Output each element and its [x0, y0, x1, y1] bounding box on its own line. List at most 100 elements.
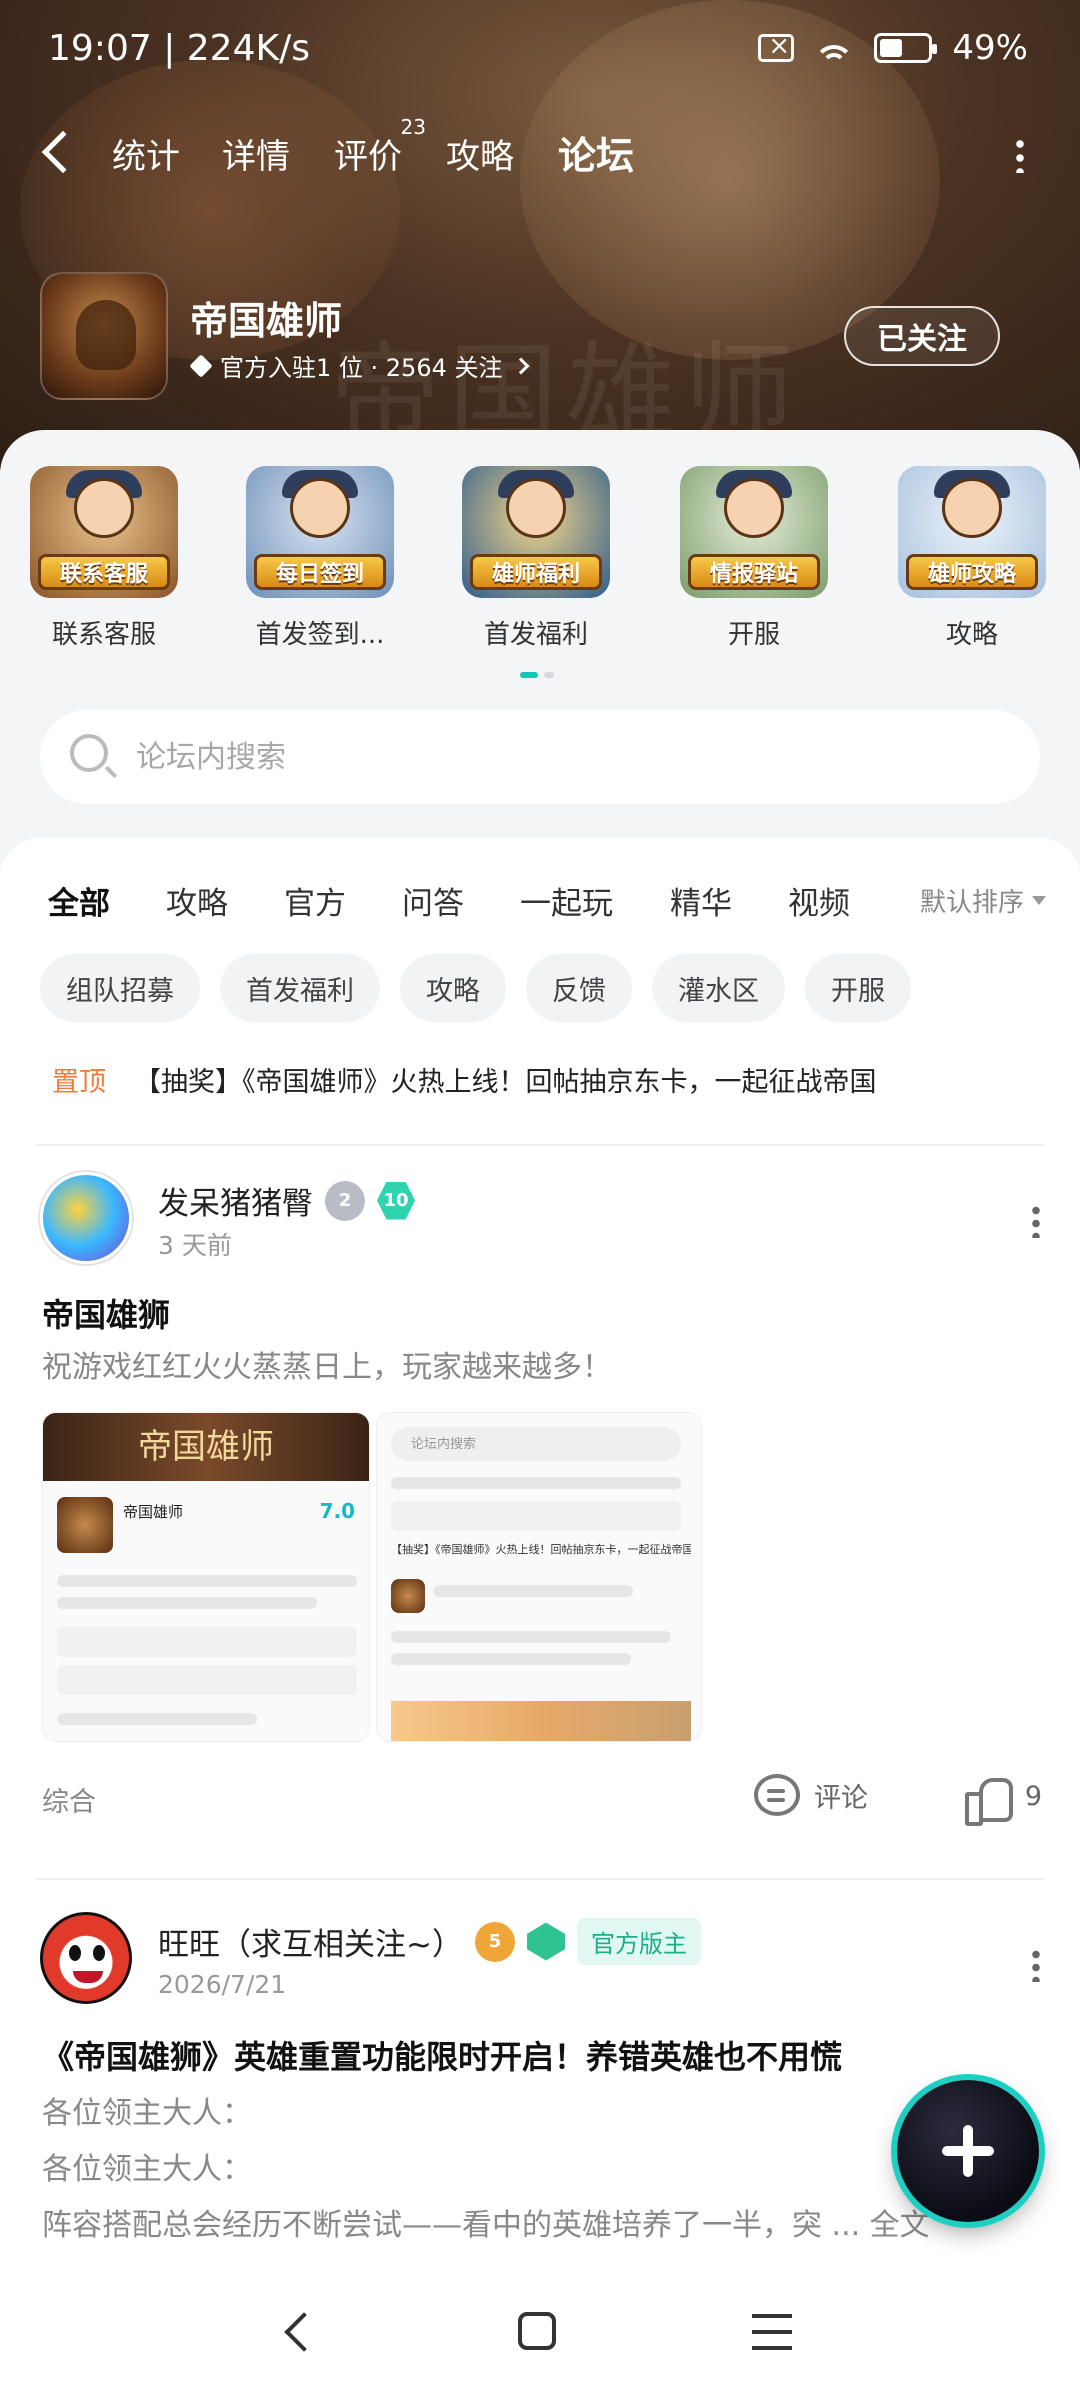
status-time: 19:07 | 224K/s [48, 28, 310, 69]
post-time: 3 天前 [158, 1231, 232, 1260]
comment-label: 评论 [814, 1782, 868, 1814]
game-title: 帝国雄师 [190, 299, 343, 343]
post-body-line: 各位领主大人： [42, 2152, 252, 2187]
user-level-icon: 5 [474, 1921, 515, 1962]
shortcut-label: 首发福利 [483, 620, 588, 650]
system-navigation-bar [0, 2270, 1080, 2400]
chip-launch-benefits[interactable]: 首发福利 [220, 954, 380, 1022]
post-title: 《帝国雄狮》英雄重置功能限时开启！养错英雄也不用慌 [42, 2038, 843, 2076]
game-meta-link[interactable]: 官方入驻1 位 · 2564 关注 [189, 348, 529, 383]
category-all[interactable]: 全部 [48, 878, 110, 929]
shortcut-guides[interactable]: 雄师攻略 攻略 [882, 466, 1062, 651]
game-icon[interactable] [40, 272, 168, 400]
shortcut-image: 情报驿站 [680, 466, 828, 598]
system-back-icon[interactable] [284, 2312, 324, 2352]
post-category[interactable]: 综合 [42, 1780, 96, 1819]
post-footer: 综合 评论 9 [42, 1768, 1042, 1828]
sort-label: 默认排序 [919, 888, 1024, 918]
shortcut-server-open[interactable]: 情报驿站 开服 [664, 466, 844, 651]
no-sim-icon [758, 31, 795, 62]
avatar[interactable] [40, 1912, 132, 2004]
pinned-tag: 置顶 [52, 1067, 106, 1098]
pinned-title: 【抽奖】《帝国雄师》火热上线！回帖抽京东卡，一起征战帝国 [134, 1067, 877, 1098]
system-home-icon[interactable] [518, 2312, 556, 2350]
forum-sheet: 联系客服 联系客服 每日签到 首发签到... 雄师福利 首发福利 情报驿站 开服 [0, 430, 1080, 2310]
game-header-banner: 帝国雄师 19:07 | 224K/s 49% 统计 详情 评价23 攻略 论坛… [0, 0, 1080, 470]
category-guides[interactable]: 攻略 [166, 878, 228, 923]
comment-icon [754, 1774, 800, 1816]
shortcut-image: 雄师攻略 [898, 466, 1046, 598]
category-featured[interactable]: 精华 [670, 878, 732, 923]
game-meta-text: 官方入驻1 位 · 2564 关注 [220, 354, 503, 382]
shortcut-label: 首发签到... [255, 620, 385, 650]
shortcut-label: 攻略 [945, 620, 998, 650]
shortcut-daily-checkin[interactable]: 每日签到 首发签到... [230, 466, 410, 651]
shortcut-label: 开服 [727, 620, 780, 650]
topic-chips: 组队招募 首发福利 攻略 反馈 灌水区 开服 [40, 954, 911, 1022]
shortcut-customer-service[interactable]: 联系客服 联系客服 [14, 466, 194, 651]
shortcut-row: 联系客服 联系客服 每日签到 首发签到... 雄师福利 首发福利 情报驿站 开服 [0, 466, 1080, 650]
category-video[interactable]: 视频 [788, 878, 850, 923]
shortcut-benefits[interactable]: 雄师福利 首发福利 [446, 466, 626, 651]
tab-stats[interactable]: 统计 [112, 129, 180, 178]
followed-button[interactable]: 已关注 [844, 306, 1000, 366]
moderator-badge: 官方版主 [576, 1918, 701, 1965]
shortcut-image: 雄师福利 [462, 466, 610, 598]
divider [36, 1878, 1044, 1880]
shortcut-image: 联系客服 [30, 466, 178, 598]
post-title: 帝国雄狮 [42, 1296, 171, 1334]
back-arrow-icon[interactable] [41, 130, 85, 174]
forum-search-input[interactable] [136, 730, 996, 784]
sort-dropdown[interactable]: 默认排序 [920, 882, 1046, 919]
chevron-right-icon [512, 357, 529, 374]
search-icon [70, 734, 108, 772]
post-body-line: 阵容搭配总会经历不断尝试——看中的英雄培养了一半，突 ... 全文 [42, 2208, 930, 2243]
chip-server-open[interactable]: 开服 [805, 954, 911, 1022]
shortcut-image: 每日签到 [246, 466, 394, 598]
chip-team-recruit[interactable]: 组队招募 [40, 954, 200, 1022]
comment-button[interactable]: 评论 [754, 1774, 868, 1816]
tab-details[interactable]: 详情 [222, 129, 290, 178]
post-author[interactable]: 旺旺（求互相关注~） 5 官方版主 [158, 1918, 701, 1965]
post-body: 祝游戏红红火火蒸蒸日上，玩家越来越多！ [42, 1350, 612, 1385]
like-button[interactable]: 9 [964, 1774, 1042, 1826]
post-list-card: 全部 攻略 官方 问答 一起玩 精华 视频 默认排序 组队招募 首发福利 攻略 … [0, 838, 1080, 2310]
pinned-post[interactable]: 置顶 【抽奖】《帝国雄师》火热上线！回帖抽京东卡，一起征战帝国 [52, 1060, 1052, 1099]
tab-forum[interactable]: 论坛 [553, 125, 639, 184]
forum-search-bar[interactable] [40, 710, 1040, 804]
status-bar: 19:07 | 224K/s 49% [0, 0, 1080, 100]
post-body-line: 各位领主大人： [42, 2096, 252, 2131]
post-author[interactable]: 发呆猪猪臀 2 10 [158, 1178, 415, 1223]
top-navigation: 统计 详情 评价 23 攻略 论坛 [0, 115, 1080, 195]
category-official[interactable]: 官方 [284, 878, 346, 923]
post-time: 2026/7/21 [158, 1970, 287, 1999]
category-tabs: 全部 攻略 官方 问答 一起玩 精华 视频 默认排序 [0, 868, 1080, 929]
system-menu-icon[interactable] [752, 2314, 792, 2350]
thumbs-up-icon [964, 1774, 1013, 1826]
post-more-icon[interactable] [1032, 1948, 1040, 1982]
carousel-indicator [520, 672, 554, 678]
avatar[interactable] [40, 1172, 132, 1264]
chip-chat[interactable]: 灌水区 [652, 954, 785, 1022]
chip-guides[interactable]: 攻略 [400, 954, 506, 1022]
category-qa[interactable]: 问答 [402, 878, 464, 923]
category-play-together[interactable]: 一起玩 [520, 878, 613, 923]
divider [36, 1144, 1044, 1146]
caret-down-icon [1032, 896, 1046, 905]
review-count-badge: 23 [400, 115, 426, 139]
chip-feedback[interactable]: 反馈 [526, 954, 632, 1022]
moderator-shield-icon [526, 1922, 565, 1961]
tab-reviews[interactable]: 评价 23 [334, 115, 426, 178]
shortcut-label: 联系客服 [51, 620, 156, 650]
battery-icon [874, 33, 938, 63]
post-image[interactable]: 帝国雄师 帝国雄师 7.0 [42, 1412, 370, 1742]
tab-guides[interactable]: 攻略 [446, 129, 514, 178]
battery-percent: 49% [952, 28, 1028, 68]
like-count: 9 [1024, 1780, 1042, 1812]
post-image[interactable]: 论坛内搜索 【抽奖】《帝国雄师》火热上线！回帖抽京东卡，一起征战帝国 [376, 1412, 702, 1742]
wifi-icon [814, 33, 855, 63]
more-options-icon[interactable] [1016, 137, 1024, 173]
new-post-button[interactable] [897, 2080, 1039, 2222]
post-more-icon[interactable] [1032, 1204, 1040, 1238]
official-diamond-icon [189, 353, 213, 378]
